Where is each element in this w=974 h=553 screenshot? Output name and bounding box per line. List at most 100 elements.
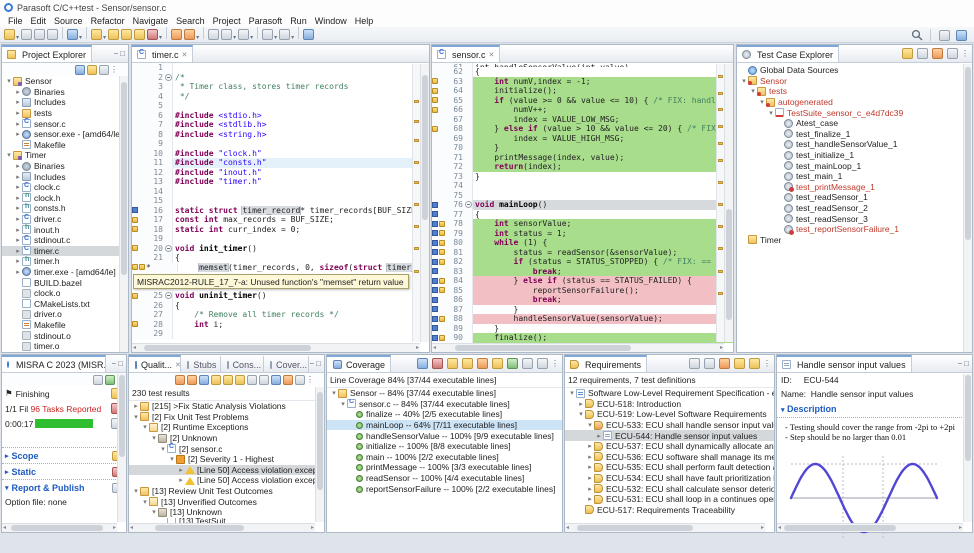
coverage-marker-icon[interactable]: [432, 268, 438, 275]
coverage-marker-icon[interactable]: [432, 258, 438, 265]
code-line[interactable]: 84 } else if (status == STATUS_FAILED) {: [432, 276, 733, 286]
tree-item[interactable]: Makefile: [2, 320, 128, 331]
db-icon[interactable]: [147, 28, 159, 40]
code-line[interactable]: 21{: [132, 253, 429, 263]
run-tests-icon[interactable]: [902, 48, 913, 59]
expand-arrow-icon[interactable]: ▾: [758, 98, 766, 106]
save-all-icon[interactable]: [34, 28, 46, 40]
task-marker-icon[interactable]: [439, 230, 445, 237]
quality-tab-stubs[interactable]: Stubs: [181, 355, 221, 372]
new-dropdown-icon[interactable]: ▾: [16, 35, 19, 41]
coverage-marker-icon[interactable]: [432, 306, 438, 313]
ruler-mark-icon[interactable]: [718, 125, 723, 129]
tree-item[interactable]: ▸ [Line 50] Access violation excepti: [129, 464, 324, 476]
expand-arrow-icon[interactable]: ▾: [159, 445, 167, 453]
task-marker-icon[interactable]: [439, 277, 445, 284]
tree-item[interactable]: ▸ driver.c: [2, 214, 128, 225]
tree-item[interactable]: ▸ Binaries: [2, 161, 128, 172]
tree-item[interactable]: ▸ sensor.c: [2, 118, 128, 129]
quality-tab-cons[interactable]: Cons...: [221, 355, 265, 372]
expand-arrow-icon[interactable]: ▸: [14, 98, 22, 106]
code-line[interactable]: 86 break;: [432, 295, 733, 305]
code-line[interactable]: 74: [432, 181, 733, 191]
expand-arrow-icon[interactable]: ▸: [177, 476, 185, 484]
filter-icon[interactable]: [99, 64, 109, 75]
tree-item[interactable]: BUILD.bazel: [2, 277, 128, 288]
line-cov-icon[interactable]: [417, 358, 428, 369]
expand-arrow-icon[interactable]: ▸: [586, 474, 594, 482]
expand-arrow-icon[interactable]: ▾: [150, 508, 158, 516]
ruler-mark-icon[interactable]: [718, 158, 723, 162]
code-line[interactable]: 87 }: [432, 304, 733, 314]
run-icon[interactable]: [175, 374, 185, 385]
filter-icon[interactable]: [947, 48, 958, 59]
expand-arrow-icon[interactable]: ▸: [14, 130, 22, 138]
code-line[interactable]: 6 #include <stdio.h>: [132, 110, 429, 120]
code-line[interactable]: 66 numV++;: [432, 105, 733, 115]
open-perspective-icon[interactable]: [939, 29, 950, 41]
test-wizard-icon[interactable]: [91, 28, 103, 40]
tree-item[interactable]: finalize -- 40% [2/5 executable lines]: [327, 409, 562, 420]
tree-item[interactable]: ▾ [2] sensor.c: [129, 443, 324, 454]
tree-item[interactable]: ▾ Sensor -- 84% [37/44 executable lines]: [327, 388, 562, 399]
pin-icon[interactable]: [283, 374, 293, 385]
expand-arrow-icon[interactable]: ▸: [14, 183, 22, 191]
code-line[interactable]: 29: [132, 329, 429, 339]
tree-item[interactable]: test_initialize_1: [737, 150, 972, 161]
tree-item[interactable]: ▾ TestSuite_sensor_c_e4d7dc39: [737, 107, 972, 118]
ruler-mark-icon[interactable]: [414, 180, 419, 184]
code-line[interactable]: 5: [132, 101, 429, 111]
task-marker-icon[interactable]: [432, 78, 438, 85]
code-line[interactable]: 88 handleSensorValue(sensorValue);: [432, 314, 733, 324]
next-icon[interactable]: [223, 374, 233, 385]
db-dropdown-icon[interactable]: ▾: [159, 35, 162, 41]
tree-item[interactable]: ▾ Sensor: [737, 76, 972, 87]
terminal-icon[interactable]: [238, 28, 250, 40]
task-marker-icon[interactable]: [139, 264, 145, 271]
expand-all-icon[interactable]: [247, 374, 257, 385]
tree-item[interactable]: ▾ [2] Severity 1 - Highest: [129, 454, 324, 465]
misra-tab[interactable]: MISRA C 2023 (MISR...: [2, 355, 106, 372]
tce-vscrollbar[interactable]: [963, 64, 972, 352]
expand-arrow-icon[interactable]: ▸: [586, 485, 594, 493]
tree-item[interactable]: ▸ Includes: [2, 97, 128, 108]
code-line[interactable]: 12 #include "inout.h": [132, 167, 429, 177]
task-marker-icon[interactable]: [432, 97, 438, 104]
task-marker-icon[interactable]: [132, 321, 138, 328]
code-line[interactable]: 19: [132, 234, 429, 244]
tree-item[interactable]: ▸ ECU-535: ECU shall perform fault detect…: [565, 462, 774, 473]
coverage-tab[interactable]: Coverage: [327, 355, 392, 372]
close-icon[interactable]: ✕: [489, 51, 495, 59]
menu-item-help[interactable]: Help: [351, 16, 378, 26]
debug-icon[interactable]: [67, 28, 79, 40]
link-icon[interactable]: [932, 48, 943, 59]
expand-arrow-icon[interactable]: ▾: [5, 151, 13, 159]
coverage-marker-icon[interactable]: [432, 287, 438, 294]
expand-arrow-icon[interactable]: ▸: [14, 257, 22, 265]
expand-arrow-icon[interactable]: ▾: [150, 434, 158, 442]
expand-arrow-icon[interactable]: ▾: [767, 109, 775, 117]
fold-minus-icon[interactable]: [164, 291, 173, 301]
code-line[interactable]: 75: [432, 190, 733, 200]
task-marker-icon[interactable]: [432, 106, 438, 113]
task-marker-icon[interactable]: [439, 220, 445, 227]
expand-arrow-icon[interactable]: ▸: [14, 236, 22, 244]
timer-code-area[interactable]: 1 2/* 3 * Timer class, stores timer record…: [132, 63, 429, 339]
tree-item[interactable]: ▾ ECU-519: Low-Level Software Requirement…: [565, 409, 774, 420]
refresh-icon[interactable]: [507, 358, 518, 369]
maximize-icon[interactable]: □: [964, 359, 969, 368]
misra-section-report-publish[interactable]: ▾ Report & Publish: [2, 479, 126, 495]
tree-item[interactable]: test_finalize_1: [737, 129, 972, 140]
code-line[interactable]: 67 index = VALUE_LOW_MSG;: [432, 114, 733, 124]
tree-item[interactable]: ▾ tests: [737, 86, 972, 97]
tree-item[interactable]: driver.o: [2, 309, 128, 320]
coverage-marker-icon[interactable]: [432, 249, 438, 256]
task-marker-icon[interactable]: [439, 239, 445, 246]
timer-hscrollbar[interactable]: ◂ ▸: [132, 343, 420, 352]
code-line[interactable]: 81 status = readSensor(&sensorValue);: [432, 247, 733, 257]
coverage-marker-icon[interactable]: [432, 211, 438, 218]
explore-icon[interactable]: [211, 374, 221, 385]
tree-item[interactable]: printMessage -- 100% [3/3 executable lin…: [327, 462, 562, 473]
quality-vscrollbar[interactable]: [315, 387, 324, 522]
new-icon[interactable]: [4, 28, 15, 40]
